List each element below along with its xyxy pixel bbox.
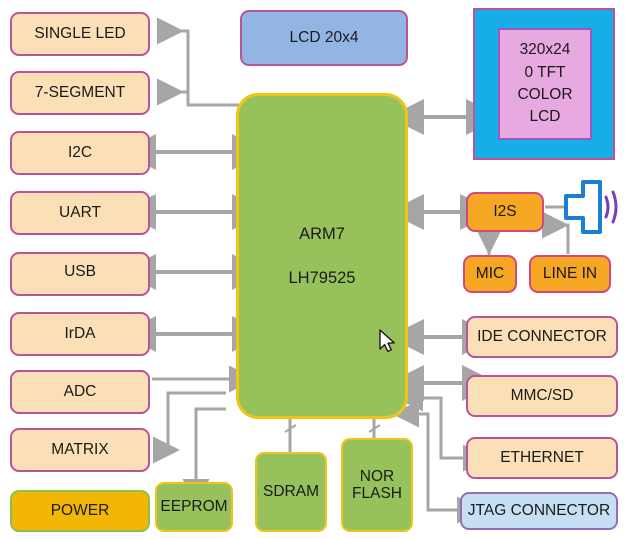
block-usb-label: USB	[64, 263, 96, 281]
block-jtag-connector[interactable]: JTAG CONNECTOR	[460, 492, 618, 530]
block-ethernet[interactable]: ETHERNET	[466, 437, 618, 479]
block-mic[interactable]: MIC	[463, 255, 517, 293]
block-matrix[interactable]: MATRIX	[10, 428, 150, 472]
block-diagram-canvas: SINGLE LED 7-SEGMENT I2C UART USB IrDA A…	[0, 0, 628, 539]
cpu-line1: ARM7	[299, 224, 345, 243]
block-i2s[interactable]: I2S	[466, 192, 544, 232]
block-irda[interactable]: IrDA	[10, 312, 150, 356]
block-ide-connector[interactable]: IDE CONNECTOR	[466, 316, 618, 358]
block-nor-flash[interactable]: NOR FLASH	[341, 438, 413, 532]
speaker-icon	[564, 180, 602, 234]
block-eeprom[interactable]: EEPROM	[155, 482, 233, 532]
sound-wave-icon	[604, 190, 618, 224]
block-sdram[interactable]: SDRAM	[255, 452, 327, 532]
block-adc[interactable]: ADC	[10, 370, 150, 414]
block-single-led[interactable]: SINGLE LED	[10, 12, 150, 56]
block-line-in[interactable]: LINE IN	[529, 255, 611, 293]
block-mmc-sd[interactable]: MMC/SD	[466, 375, 618, 417]
block-power[interactable]: POWER	[10, 490, 150, 532]
block-tft-lcd-panel[interactable]: 320x24 0 TFT COLOR LCD	[473, 8, 615, 160]
block-lcd-20x4[interactable]: LCD 20x4	[240, 10, 408, 66]
block-i2c[interactable]: I2C	[10, 131, 150, 175]
block-7-segment[interactable]: 7-SEGMENT	[10, 71, 150, 115]
cpu-line2: LH79525	[288, 269, 356, 287]
block-cpu-arm7-lh79525[interactable]: ARM7 LH79525	[236, 93, 408, 419]
block-usb[interactable]: USB	[10, 252, 150, 296]
tft-screen-label: 320x24 0 TFT COLOR LCD	[498, 28, 592, 140]
block-uart[interactable]: UART	[10, 191, 150, 235]
